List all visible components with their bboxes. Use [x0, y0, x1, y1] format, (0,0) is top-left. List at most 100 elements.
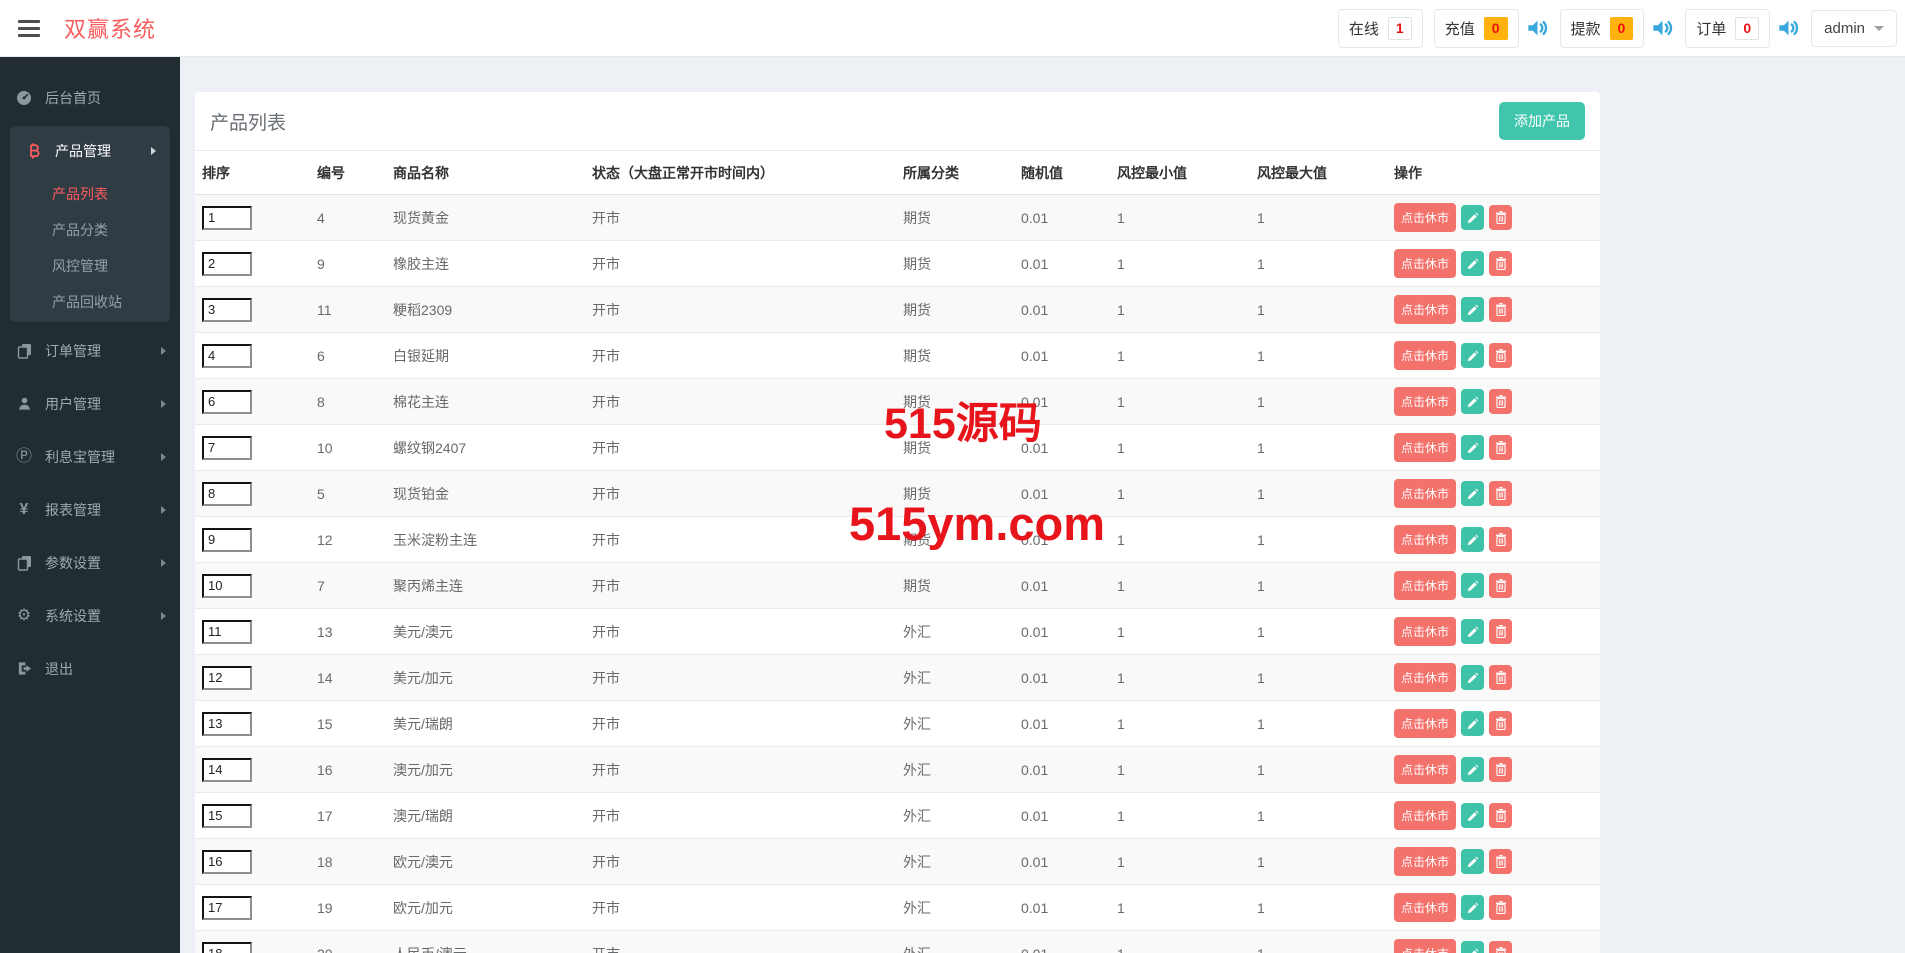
sort-order-input[interactable] — [202, 804, 252, 828]
sidebar-item-user-management[interactable]: 用户管理 — [0, 377, 180, 430]
close-market-button[interactable]: 点击休市 — [1394, 249, 1456, 278]
random-value: 0.01 — [1021, 624, 1048, 640]
random-value: 0.01 — [1021, 348, 1048, 364]
category-text: 期货 — [903, 486, 931, 502]
product-name: 棉花主连 — [393, 394, 449, 410]
sidebar-item-parameter-settings[interactable]: 参数设置 — [0, 536, 180, 589]
close-market-button[interactable]: 点击休市 — [1394, 617, 1456, 646]
delete-button[interactable] — [1489, 757, 1512, 782]
edit-button[interactable] — [1461, 849, 1484, 874]
recharge-sound-icon[interactable] — [1526, 17, 1549, 39]
close-market-button[interactable]: 点击休市 — [1394, 709, 1456, 738]
delete-button[interactable] — [1489, 297, 1512, 322]
risk-max-value: 1 — [1257, 808, 1265, 824]
delete-button[interactable] — [1489, 849, 1512, 874]
sort-order-input[interactable] — [202, 390, 252, 414]
edit-button[interactable] — [1461, 619, 1484, 644]
sort-order-input[interactable] — [202, 942, 252, 953]
close-market-button[interactable]: 点击休市 — [1394, 893, 1456, 922]
sidebar-item-dashboard[interactable]: 后台首页 — [0, 71, 180, 124]
close-market-button[interactable]: 点击休市 — [1394, 203, 1456, 232]
delete-button[interactable] — [1489, 619, 1512, 644]
sidebar-item-logout[interactable]: 退出 — [0, 642, 180, 695]
delete-button[interactable] — [1489, 527, 1512, 552]
close-market-button[interactable]: 点击休市 — [1394, 755, 1456, 784]
sort-order-input[interactable] — [202, 574, 252, 598]
edit-button[interactable] — [1461, 665, 1484, 690]
pencil-icon — [1467, 442, 1479, 454]
sort-order-input[interactable] — [202, 620, 252, 644]
delete-button[interactable] — [1489, 389, 1512, 414]
sidebar-item-product-list[interactable]: 产品列表 — [10, 176, 170, 212]
chevron-right-icon — [161, 559, 166, 567]
delete-button[interactable] — [1489, 665, 1512, 690]
edit-button[interactable] — [1461, 757, 1484, 782]
sort-order-input[interactable] — [202, 298, 252, 322]
sort-order-input[interactable] — [202, 344, 252, 368]
delete-button[interactable] — [1489, 205, 1512, 230]
trash-icon — [1495, 855, 1507, 868]
sort-order-input[interactable] — [202, 666, 252, 690]
edit-button[interactable] — [1461, 711, 1484, 736]
delete-button[interactable] — [1489, 343, 1512, 368]
close-market-button[interactable]: 点击休市 — [1394, 525, 1456, 554]
delete-button[interactable] — [1489, 573, 1512, 598]
edit-button[interactable] — [1461, 941, 1484, 953]
close-market-button[interactable]: 点击休市 — [1394, 939, 1456, 953]
sort-order-input[interactable] — [202, 850, 252, 874]
order-sound-icon[interactable] — [1777, 17, 1800, 39]
edit-button[interactable] — [1461, 803, 1484, 828]
close-market-button[interactable]: 点击休市 — [1394, 433, 1456, 462]
sidebar-item-risk-management[interactable]: 风控管理 — [10, 248, 170, 284]
sort-order-input[interactable] — [202, 482, 252, 506]
sidebar-item-product-management[interactable]: 产品管理 — [10, 126, 170, 176]
product-name: 美元/澳元 — [393, 624, 453, 640]
sidebar-item-interest-management[interactable]: Ⓟ 利息宝管理 — [0, 430, 180, 483]
delete-button[interactable] — [1489, 895, 1512, 920]
sort-order-input[interactable] — [202, 758, 252, 782]
close-market-button[interactable]: 点击休市 — [1394, 663, 1456, 692]
delete-button[interactable] — [1489, 435, 1512, 460]
trash-icon — [1495, 211, 1507, 224]
edit-button[interactable] — [1461, 435, 1484, 460]
sort-order-input[interactable] — [202, 206, 252, 230]
sidebar-item-product-recycle-bin[interactable]: 产品回收站 — [10, 284, 170, 320]
menu-toggle-icon[interactable] — [18, 20, 40, 37]
sort-order-input[interactable] — [202, 712, 252, 736]
close-market-button[interactable]: 点击休市 — [1394, 847, 1456, 876]
close-market-button[interactable]: 点击休市 — [1394, 801, 1456, 830]
sidebar-item-order-management[interactable]: 订单管理 — [0, 324, 180, 377]
close-market-button[interactable]: 点击休市 — [1394, 479, 1456, 508]
edit-button[interactable] — [1461, 297, 1484, 322]
edit-button[interactable] — [1461, 527, 1484, 552]
user-menu[interactable]: admin — [1811, 10, 1897, 47]
close-market-button[interactable]: 点击休市 — [1394, 387, 1456, 416]
delete-button[interactable] — [1489, 803, 1512, 828]
edit-button[interactable] — [1461, 251, 1484, 276]
row-actions: 点击休市 — [1394, 479, 1593, 508]
delete-button[interactable] — [1489, 941, 1512, 953]
edit-button[interactable] — [1461, 389, 1484, 414]
edit-button[interactable] — [1461, 481, 1484, 506]
delete-button[interactable] — [1489, 481, 1512, 506]
sidebar-item-product-category[interactable]: 产品分类 — [10, 212, 170, 248]
sort-order-input[interactable] — [202, 252, 252, 276]
close-market-button[interactable]: 点击休市 — [1394, 571, 1456, 600]
edit-button[interactable] — [1461, 205, 1484, 230]
sort-order-input[interactable] — [202, 436, 252, 460]
add-product-button[interactable]: 添加产品 — [1499, 102, 1585, 140]
edit-button[interactable] — [1461, 573, 1484, 598]
delete-button[interactable] — [1489, 711, 1512, 736]
edit-button[interactable] — [1461, 343, 1484, 368]
delete-button[interactable] — [1489, 251, 1512, 276]
sort-order-input[interactable] — [202, 528, 252, 552]
withdraw-sound-icon[interactable] — [1651, 17, 1674, 39]
close-market-button[interactable]: 点击休市 — [1394, 295, 1456, 324]
edit-button[interactable] — [1461, 895, 1484, 920]
sort-order-input[interactable] — [202, 896, 252, 920]
risk-min-value: 1 — [1117, 900, 1125, 916]
trash-icon — [1495, 717, 1507, 730]
sidebar-item-system-settings[interactable]: ⚙ 系统设置 — [0, 589, 180, 642]
close-market-button[interactable]: 点击休市 — [1394, 341, 1456, 370]
sidebar-item-report-management[interactable]: ¥ 报表管理 — [0, 483, 180, 536]
